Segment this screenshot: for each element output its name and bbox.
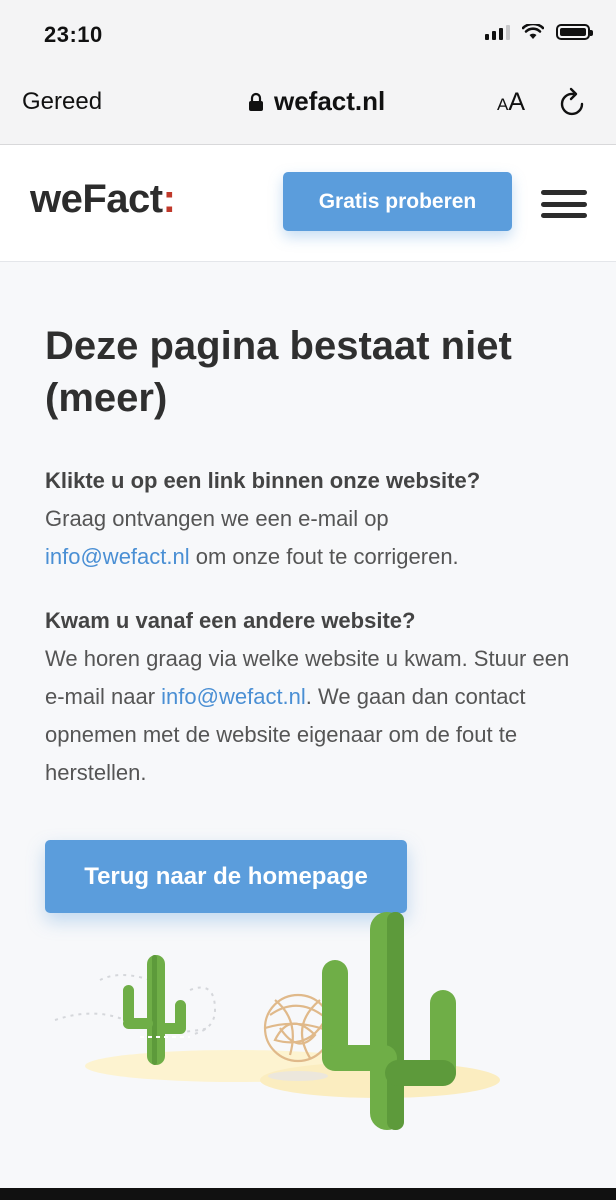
paragraph-1-heading: Klikte u op een link binnen onze website… (45, 468, 481, 493)
status-time: 23:10 (44, 22, 103, 47)
lock-icon (249, 92, 263, 111)
menu-icon[interactable] (541, 190, 587, 218)
free-trial-button[interactable]: Gratis proberen (283, 172, 512, 231)
paragraph-1-text-a: Graag ontvangen we een e-mail op (45, 506, 389, 531)
error-content: Deze pagina bestaat niet (meer) Klikte u… (45, 320, 585, 792)
address-bar[interactable]: wefact.nl (248, 86, 385, 117)
wifi-icon (522, 24, 544, 39)
paragraph-external-link: Kwam u vanaf een andere website? We hore… (45, 602, 585, 792)
done-button[interactable]: Gereed (22, 88, 102, 116)
bottom-strip (0, 1188, 616, 1200)
text-size-button[interactable]: AA (497, 88, 525, 117)
site-header: weFact: Gratis proberen (0, 145, 616, 262)
cactus-icon (123, 955, 190, 1065)
logo-text: weFact (30, 177, 163, 221)
battery-icon (556, 24, 593, 40)
wind-line-3 (189, 986, 217, 1036)
wind-line-2 (99, 974, 151, 981)
text-size-small-a: A (497, 95, 509, 114)
paragraph-2-heading: Kwam u vanaf een andere website? (45, 608, 416, 633)
desert-illustration (54, 912, 500, 1130)
email-link-1[interactable]: info@wefact.nl (45, 544, 190, 569)
reload-icon[interactable] (558, 86, 588, 120)
cactus-large-icon (322, 912, 456, 1130)
email-link-2[interactable]: info@wefact.nl (161, 684, 306, 709)
text-size-big-a: A (508, 88, 526, 116)
paragraph-internal-link: Klikte u op een link binnen onze website… (45, 462, 585, 576)
browser-toolbar: Gereed wefact.nl AA (0, 70, 616, 145)
url-text: wefact.nl (274, 86, 386, 116)
status-bar: 23:10 (0, 0, 616, 70)
page-title: Deze pagina bestaat niet (meer) (45, 324, 512, 420)
wefact-logo[interactable]: weFact: (30, 177, 176, 222)
logo-colon: : (162, 177, 176, 221)
paragraph-1-text-b: om onze fout te corrigeren. (195, 544, 459, 569)
signal-icon (485, 24, 510, 40)
status-icons (485, 24, 593, 40)
